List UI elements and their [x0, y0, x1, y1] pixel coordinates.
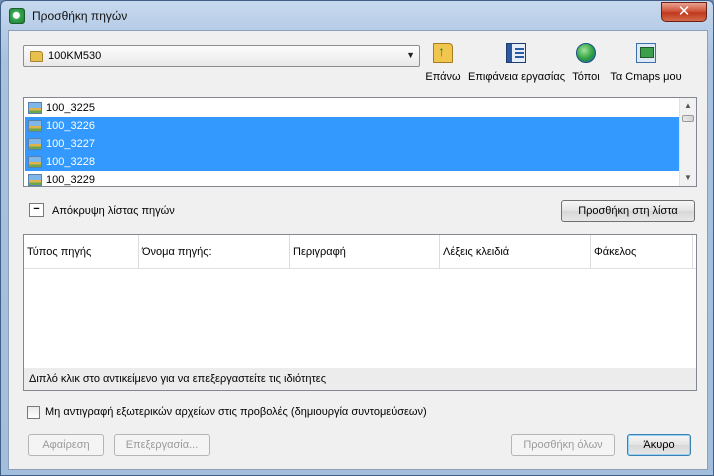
- add-resources-dialog: Προσθήκη πηγών ✕ 100KM530 ▼ Επάνω Επιφάν…: [0, 0, 714, 476]
- close-button[interactable]: ✕: [661, 2, 707, 22]
- hide-list-toggle[interactable]: −: [29, 203, 44, 217]
- location-dropdown[interactable]: 100KM530 ▼: [23, 45, 420, 67]
- table-header: Τύπος πηγής Όνομα πηγής: Περιγραφή Λέξει…: [24, 235, 696, 269]
- resource-list[interactable]: 100_3225 100_3226 100_3227 100_3228 100_…: [23, 97, 697, 187]
- column-header-description[interactable]: Περιγραφή: [290, 235, 440, 269]
- image-file-icon: [28, 156, 42, 168]
- image-file-icon: [28, 138, 42, 150]
- chevron-down-icon: ▼: [406, 50, 415, 60]
- close-icon: ✕: [677, 3, 691, 20]
- list-item[interactable]: 100_3228: [25, 153, 680, 171]
- up-button[interactable]: Επάνω: [421, 43, 465, 87]
- dialog-body: 100KM530 ▼ Επάνω Επιφάνεια εργασίας Τόπο…: [8, 30, 708, 470]
- column-header-name[interactable]: Όνομα πηγής:: [139, 235, 290, 269]
- list-item[interactable]: 100_3229: [25, 171, 680, 186]
- hide-list-label: Απόκρυψη λίστας πηγών: [52, 205, 175, 217]
- add-all-button[interactable]: Προσθήκη όλων: [511, 434, 615, 456]
- column-header-type[interactable]: Τύπος πηγής: [24, 235, 139, 269]
- places-globe-icon: [576, 43, 596, 63]
- edit-button[interactable]: Επεξεργασία...: [114, 434, 210, 456]
- no-copy-label: Μη αντιγραφή εξωτερικών αρχείων στις προ…: [45, 406, 427, 418]
- list-item[interactable]: 100_3225: [25, 99, 680, 117]
- scroll-up-icon[interactable]: ▲: [680, 98, 696, 114]
- vertical-scrollbar[interactable]: ▲ ▼: [679, 98, 696, 186]
- my-cmaps-button[interactable]: Τα Cmaps μου: [609, 43, 683, 87]
- desktop-icon: [506, 43, 526, 63]
- image-file-icon: [28, 102, 42, 114]
- no-copy-checkbox[interactable]: [27, 406, 40, 419]
- resource-name: 100_3226: [46, 120, 95, 132]
- desktop-button[interactable]: Επιφάνεια εργασίας: [468, 43, 566, 87]
- resource-name: 100_3227: [46, 138, 95, 150]
- window-title: Προσθήκη πηγών: [32, 9, 128, 23]
- places-label: Τόποι: [572, 71, 600, 83]
- cmap-app-icon: [9, 8, 25, 24]
- table-hint: Διπλό κλικ στο αντικείμενο για να επεξερ…: [24, 368, 696, 390]
- desktop-label: Επιφάνεια εργασίας: [468, 71, 566, 83]
- resource-table[interactable]: Τύπος πηγής Όνομα πηγής: Περιγραφή Λέξει…: [23, 234, 697, 391]
- column-header-folder[interactable]: Φάκελος: [591, 235, 693, 269]
- location-value: 100KM530: [48, 50, 102, 62]
- image-file-icon: [28, 120, 42, 132]
- add-to-list-button[interactable]: Προσθήκη στη λίστα: [561, 200, 695, 222]
- resource-name: 100_3225: [46, 102, 95, 114]
- my-cmaps-label: Τα Cmaps μου: [610, 71, 682, 83]
- list-item[interactable]: 100_3226: [25, 117, 680, 135]
- scroll-down-icon[interactable]: ▼: [680, 170, 696, 186]
- my-cmaps-icon: [636, 43, 656, 63]
- folder-up-icon: [433, 43, 453, 63]
- list-item[interactable]: 100_3227: [25, 135, 680, 153]
- resource-name: 100_3228: [46, 156, 95, 168]
- places-button[interactable]: Τόποι: [567, 43, 605, 87]
- resource-name: 100_3229: [46, 174, 95, 186]
- scroll-thumb[interactable]: [682, 115, 694, 122]
- column-header-keywords[interactable]: Λέξεις κλειδιά: [440, 235, 591, 269]
- remove-button[interactable]: Αφαίρεση: [28, 434, 104, 456]
- folder-icon: [30, 51, 43, 62]
- title-bar[interactable]: Προσθήκη πηγών ✕: [1, 1, 713, 31]
- up-label: Επάνω: [425, 71, 461, 83]
- cancel-button[interactable]: Άκυρο: [627, 434, 691, 456]
- image-file-icon: [28, 174, 42, 186]
